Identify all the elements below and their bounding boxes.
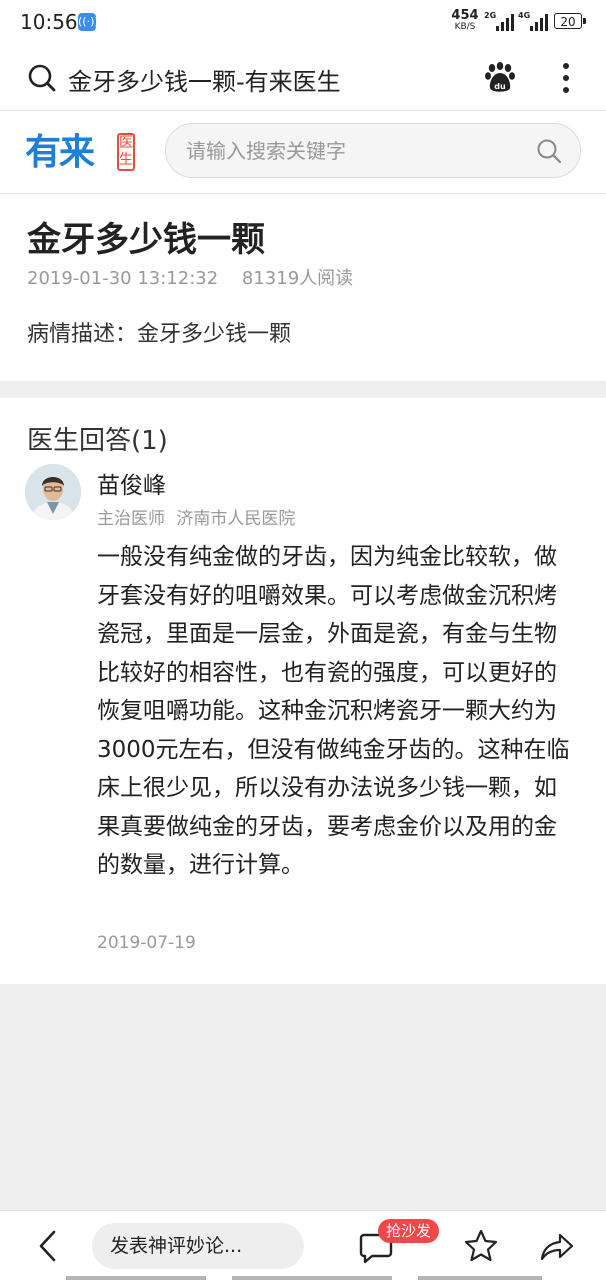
nav-indicator bbox=[232, 1276, 392, 1280]
avatar[interactable] bbox=[25, 464, 81, 520]
hotspot-icon: ((·)) bbox=[78, 13, 99, 31]
browser-bar[interactable]: 金牙多少钱一颗-有来医生 du bbox=[0, 46, 606, 111]
nav-indicator bbox=[418, 1276, 542, 1280]
answer-date: 2019-07-19 bbox=[97, 933, 196, 953]
baidu-icon[interactable]: du bbox=[484, 62, 516, 94]
search-input[interactable] bbox=[186, 136, 516, 166]
sofa-badge[interactable]: 抢沙发 bbox=[378, 1219, 440, 1243]
search-icon[interactable] bbox=[536, 138, 562, 164]
more-icon[interactable] bbox=[554, 60, 578, 96]
article-reads: 81319人阅读 bbox=[241, 268, 354, 289]
status-time: 10:56 bbox=[20, 10, 78, 34]
doctor-hospital: 济南市人民医院 bbox=[176, 509, 296, 529]
answer-text: 一般没有纯金做的牙齿，因为纯金比较软，做牙套没有好的咀嚼效果。可以考虑做金沉积烤… bbox=[97, 544, 570, 878]
share-icon[interactable] bbox=[538, 1227, 576, 1265]
doctor-name[interactable]: 苗俊峰 bbox=[97, 466, 166, 500]
site-search-box[interactable] bbox=[165, 123, 581, 178]
article-date: 2019-01-30 13:12:32 bbox=[27, 268, 219, 289]
doctor-info: 主治医师 济南市人民医院 bbox=[97, 504, 295, 529]
signal-icon-4g: 4G bbox=[518, 11, 548, 31]
battery-icon: 20 bbox=[554, 13, 586, 29]
svg-text:du: du bbox=[494, 82, 506, 91]
search-icon[interactable] bbox=[28, 64, 56, 92]
signal-icon-2g: 2G bbox=[484, 11, 514, 31]
site-logo[interactable]: 有来 医生 bbox=[25, 131, 137, 175]
nav-indicator bbox=[66, 1276, 206, 1280]
status-bar: 10:56 ((·)) 454 KB/S 2G 4G 20 bbox=[0, 0, 606, 46]
article-meta: 2019-01-30 13:12:32 81319人阅读 bbox=[27, 264, 353, 290]
network-speed: 454 KB/S bbox=[451, 8, 479, 32]
answers-card: 医生回答(1) 苗俊峰 主治医师 济南市人民医院 一般没有纯金做的牙齿，因为纯金… bbox=[0, 398, 606, 984]
article-title: 金牙多少钱一颗 bbox=[27, 220, 265, 260]
doctor-title: 主治医师 bbox=[97, 509, 165, 529]
bottom-toolbar: 发表神评妙论... 抢沙发 bbox=[0, 1210, 606, 1281]
back-icon[interactable] bbox=[34, 1229, 62, 1263]
comment-input[interactable]: 发表神评妙论... bbox=[92, 1223, 304, 1269]
illness-description: 病情描述：金牙多少钱一颗 bbox=[27, 322, 292, 347]
star-icon[interactable] bbox=[462, 1227, 500, 1265]
answers-heading: 医生回答(1) bbox=[27, 426, 168, 456]
site-header: 有来 医生 bbox=[0, 111, 606, 194]
logo-tag: 医生 bbox=[117, 133, 135, 171]
browser-page-title[interactable]: 金牙多少钱一颗-有来医生 bbox=[68, 62, 341, 97]
article-card: 金牙多少钱一颗 2019-01-30 13:12:32 81319人阅读 病情描… bbox=[0, 194, 606, 381]
doctor-avatar-image bbox=[25, 464, 81, 520]
